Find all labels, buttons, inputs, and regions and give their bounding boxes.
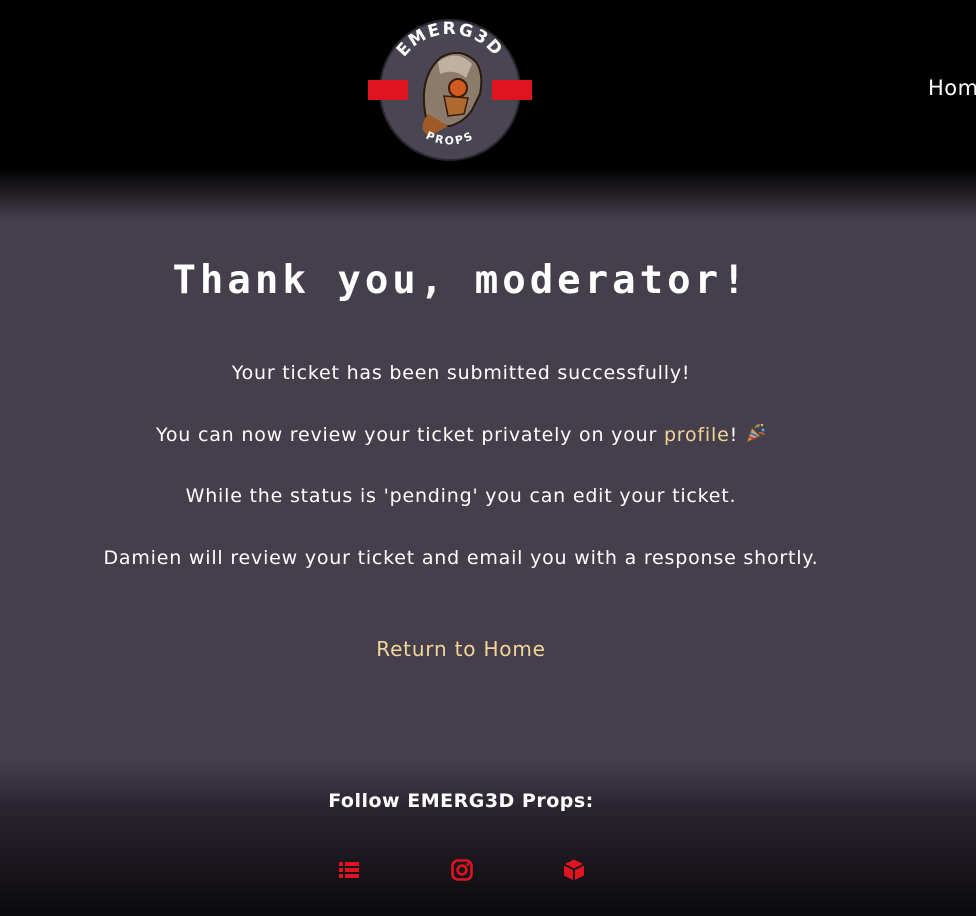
cube-icon[interactable] bbox=[562, 858, 586, 882]
site-footer: Follow EMERG3D Props: bbox=[0, 760, 976, 916]
pending-edit-message: While the status is 'pending' you can ed… bbox=[185, 485, 737, 507]
profile-message-suffix: ! bbox=[729, 424, 738, 446]
party-popper-icon bbox=[746, 423, 765, 443]
page-title: Thank you, moderator! bbox=[172, 258, 750, 303]
follow-label: Follow EMERG3D Props: bbox=[328, 790, 594, 812]
return-home-link[interactable]: Return to Home bbox=[0, 637, 922, 661]
profile-link[interactable]: profile bbox=[664, 424, 730, 446]
site-logo[interactable]: EMERG3D PROPS bbox=[368, 18, 532, 164]
header-fade bbox=[0, 168, 976, 220]
confirmation-content: Thank you, moderator! Your ticket has be… bbox=[0, 220, 922, 661]
profile-message-prefix: You can now review your ticket privately… bbox=[156, 424, 664, 446]
review-message: Damien will review your ticket and email… bbox=[103, 547, 819, 569]
success-message: Your ticket has been submitted successfu… bbox=[231, 362, 691, 384]
list-icon[interactable] bbox=[337, 858, 361, 882]
nav-home-link[interactable]: Home bbox=[928, 76, 976, 100]
instagram-icon[interactable] bbox=[450, 858, 474, 882]
profile-message: You can now review your ticket privately… bbox=[0, 422, 922, 448]
site-header: EMERG3D PROPS Home bbox=[0, 0, 976, 168]
